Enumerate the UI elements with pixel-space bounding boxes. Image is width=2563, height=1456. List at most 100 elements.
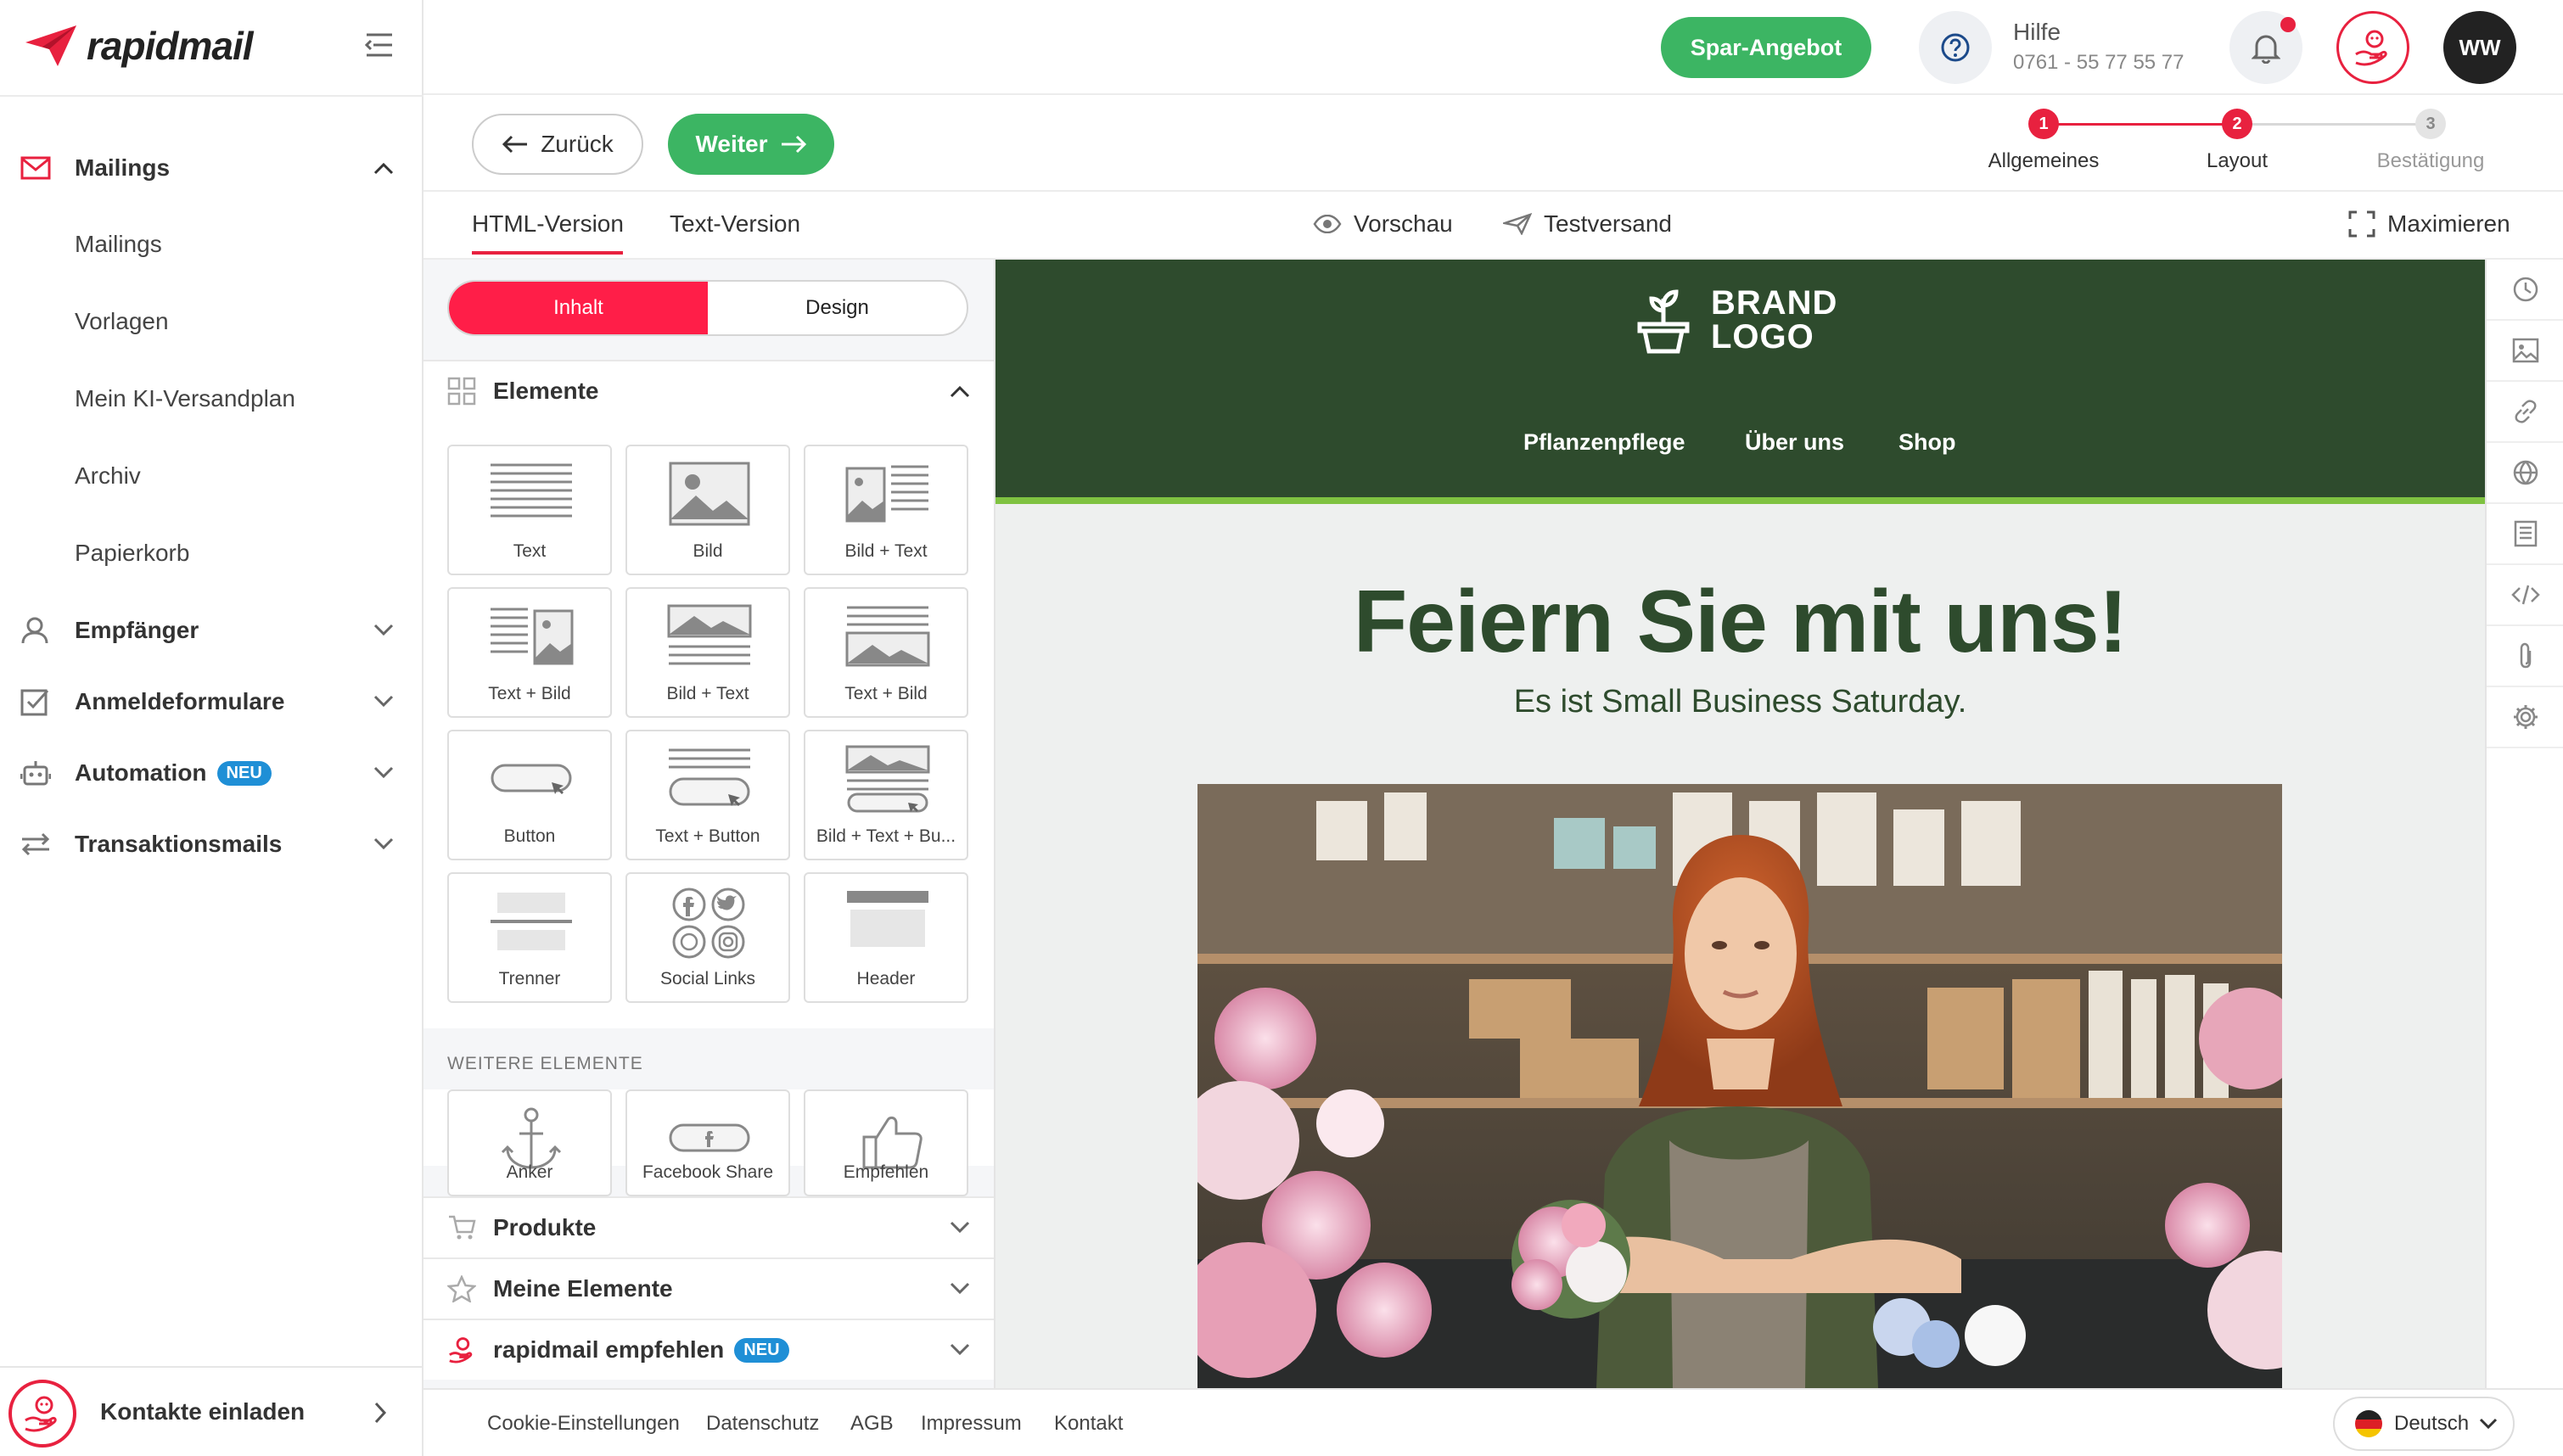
- footer-link-impressum[interactable]: Impressum: [921, 1412, 1022, 1436]
- section-label: Produkte: [493, 1214, 597, 1240]
- action-bar: Zurück Weiter 1 2 3 Allgemeines Layout B…: [423, 95, 2563, 192]
- gear-icon[interactable]: [2487, 687, 2563, 748]
- step-3-label: Bestätigung: [2376, 149, 2485, 172]
- globe-icon[interactable]: [2487, 443, 2563, 504]
- brand-logo[interactable]: rapidmail: [24, 20, 254, 71]
- step-2-label[interactable]: Layout: [2207, 149, 2268, 173]
- section-elements-header[interactable]: Elemente: [423, 360, 994, 421]
- footer-link-kontakt[interactable]: Kontakt: [1054, 1412, 1123, 1436]
- segment-design[interactable]: Design: [708, 282, 967, 334]
- text-image-icon: [491, 608, 574, 665]
- segment-content[interactable]: Inhalt: [449, 282, 708, 334]
- email-header[interactable]: BRAND LOGO Pflanzenpflege Über uns Shop: [995, 260, 2485, 497]
- element-tile-text-over-image[interactable]: Text + Bild: [804, 587, 968, 718]
- step-2-badge[interactable]: 2: [2222, 109, 2252, 139]
- section-products-header[interactable]: Produkte: [423, 1196, 994, 1257]
- tab-text-version[interactable]: Text-Version: [670, 210, 800, 238]
- sidebar-item-mailings[interactable]: Mailings: [0, 134, 423, 202]
- element-tile-anchor[interactable]: Anker: [447, 1089, 612, 1196]
- history-icon[interactable]: [2487, 260, 2563, 321]
- email-headline[interactable]: Feiern Sie mit uns!: [995, 572, 2485, 673]
- paperclip-icon[interactable]: [2487, 626, 2563, 687]
- sidebar-subitem-ki-versandplan[interactable]: Mein KI-Versandplan: [75, 385, 295, 412]
- document-icon[interactable]: [2487, 504, 2563, 565]
- element-tile-recommend[interactable]: Empfehlen: [804, 1089, 968, 1196]
- email-preview-canvas[interactable]: BRAND LOGO Pflanzenpflege Über uns Shop …: [995, 260, 2485, 1388]
- link-icon[interactable]: [2487, 382, 2563, 443]
- element-tile-social-links[interactable]: Social Links: [625, 872, 790, 1003]
- section-recommend-rapidmail-header[interactable]: rapidmail empfehlen NEU: [423, 1319, 994, 1380]
- element-tile-button[interactable]: Button: [447, 730, 612, 860]
- sidebar-item-label: Automation NEU: [75, 759, 272, 787]
- element-tile-text-image[interactable]: Text + Bild: [447, 587, 612, 718]
- element-tile-divider[interactable]: Trenner: [447, 872, 612, 1003]
- test-send-button[interactable]: Testversand: [1503, 210, 1672, 238]
- sidebar-subitem-vorlagen[interactable]: Vorlagen: [75, 308, 169, 335]
- sidebar-item-anmeldeformulare[interactable]: Anmeldeformulare: [0, 668, 423, 736]
- sidebar-item-empfaenger[interactable]: Empfänger: [0, 596, 423, 664]
- sidebar-subitem-archiv[interactable]: Archiv: [75, 462, 141, 490]
- help-label[interactable]: Hilfe: [2013, 19, 2061, 46]
- email-subline[interactable]: Es ist Small Business Saturday.: [995, 684, 2485, 720]
- language-label: Deutsch: [2394, 1412, 2470, 1435]
- tile-label: Text: [513, 541, 547, 561]
- collapse-sidebar-icon[interactable]: [365, 32, 394, 58]
- chevron-down-icon: [373, 837, 394, 851]
- email-brand-logo[interactable]: BRAND LOGO: [1636, 285, 1837, 355]
- element-tile-text-button[interactable]: Text + Button: [625, 730, 790, 860]
- referral-icon[interactable]: [2336, 11, 2409, 84]
- section-label: Meine Elemente: [493, 1275, 673, 1302]
- next-button[interactable]: Weiter: [668, 114, 834, 175]
- email-template[interactable]: BRAND LOGO Pflanzenpflege Über uns Shop …: [995, 260, 2485, 1388]
- step-1-badge[interactable]: 1: [2028, 109, 2059, 139]
- tile-label: Text + Bild: [844, 684, 928, 703]
- step-1-label[interactable]: Allgemeines: [1988, 149, 2100, 173]
- text-block-icon: [491, 463, 572, 518]
- divider-icon: [491, 893, 572, 950]
- sidebar-item-label: Anmeldeformulare: [75, 688, 285, 714]
- preview-button[interactable]: Vorschau: [1313, 210, 1453, 238]
- element-tile-text[interactable]: Text: [447, 445, 612, 575]
- more-elements-heading: WEITERE ELEMENTE: [447, 1054, 643, 1073]
- back-button[interactable]: Zurück: [472, 114, 643, 175]
- new-badge: NEU: [216, 761, 272, 786]
- sidebar: rapidmail Mailings Mailings Vorlagen Mei…: [0, 0, 423, 1456]
- code-icon[interactable]: [2487, 565, 2563, 626]
- help-icon[interactable]: [1919, 11, 1992, 84]
- invite-label: Kontakte einladen: [100, 1398, 306, 1425]
- avatar[interactable]: WW: [2443, 11, 2516, 84]
- tile-label: Bild + Text: [666, 684, 749, 703]
- promo-button[interactable]: Spar-Angebot: [1661, 17, 1871, 78]
- element-tile-image-text-button[interactable]: Bild + Text + Bu...: [804, 730, 968, 860]
- footer-link-cookies[interactable]: Cookie-Einstellungen: [487, 1412, 680, 1436]
- tile-label: Button: [503, 826, 556, 846]
- sidebar-subitem-mailings[interactable]: Mailings: [75, 231, 162, 258]
- gift-hand-icon: [8, 1380, 76, 1448]
- chevron-down-icon: [373, 624, 394, 637]
- language-select[interactable]: Deutsch: [2333, 1397, 2515, 1451]
- email-nav-ueber-uns[interactable]: Über uns: [1745, 429, 1844, 456]
- grid-icon: [447, 377, 476, 406]
- section-label: Elemente: [493, 378, 599, 404]
- florist-photo-image: [1197, 784, 2282, 1388]
- element-tile-header[interactable]: Header: [804, 872, 968, 1003]
- sidebar-item-transaktionsmails[interactable]: Transaktionsmails: [0, 810, 423, 878]
- maximize-button[interactable]: Maximieren: [2348, 210, 2510, 238]
- email-nav-pflanzenpflege[interactable]: Pflanzenpflege: [1523, 429, 1685, 456]
- email-hero-image[interactable]: [1197, 784, 2282, 1388]
- star-icon: [447, 1275, 476, 1302]
- sidebar-item-automation[interactable]: Automation NEU: [0, 739, 423, 807]
- invite-contacts-button[interactable]: Kontakte einladen: [0, 1366, 423, 1456]
- element-tile-image-text[interactable]: Bild + Text: [804, 445, 968, 575]
- email-nav-shop[interactable]: Shop: [1898, 429, 1956, 456]
- tab-html-version[interactable]: HTML-Version: [472, 210, 624, 238]
- footer-link-agb[interactable]: AGB: [850, 1412, 894, 1436]
- footer-link-datenschutz[interactable]: Datenschutz: [706, 1412, 819, 1436]
- element-tile-image-over-text[interactable]: Bild + Text: [625, 587, 790, 718]
- sidebar-subitem-papierkorb[interactable]: Papierkorb: [75, 540, 189, 567]
- element-tile-image[interactable]: Bild: [625, 445, 790, 575]
- element-tile-facebook-share[interactable]: Facebook Share: [625, 1089, 790, 1196]
- checkbox-form-icon: [20, 687, 49, 716]
- image-library-icon[interactable]: [2487, 321, 2563, 382]
- section-my-elements-header[interactable]: Meine Elemente: [423, 1257, 994, 1319]
